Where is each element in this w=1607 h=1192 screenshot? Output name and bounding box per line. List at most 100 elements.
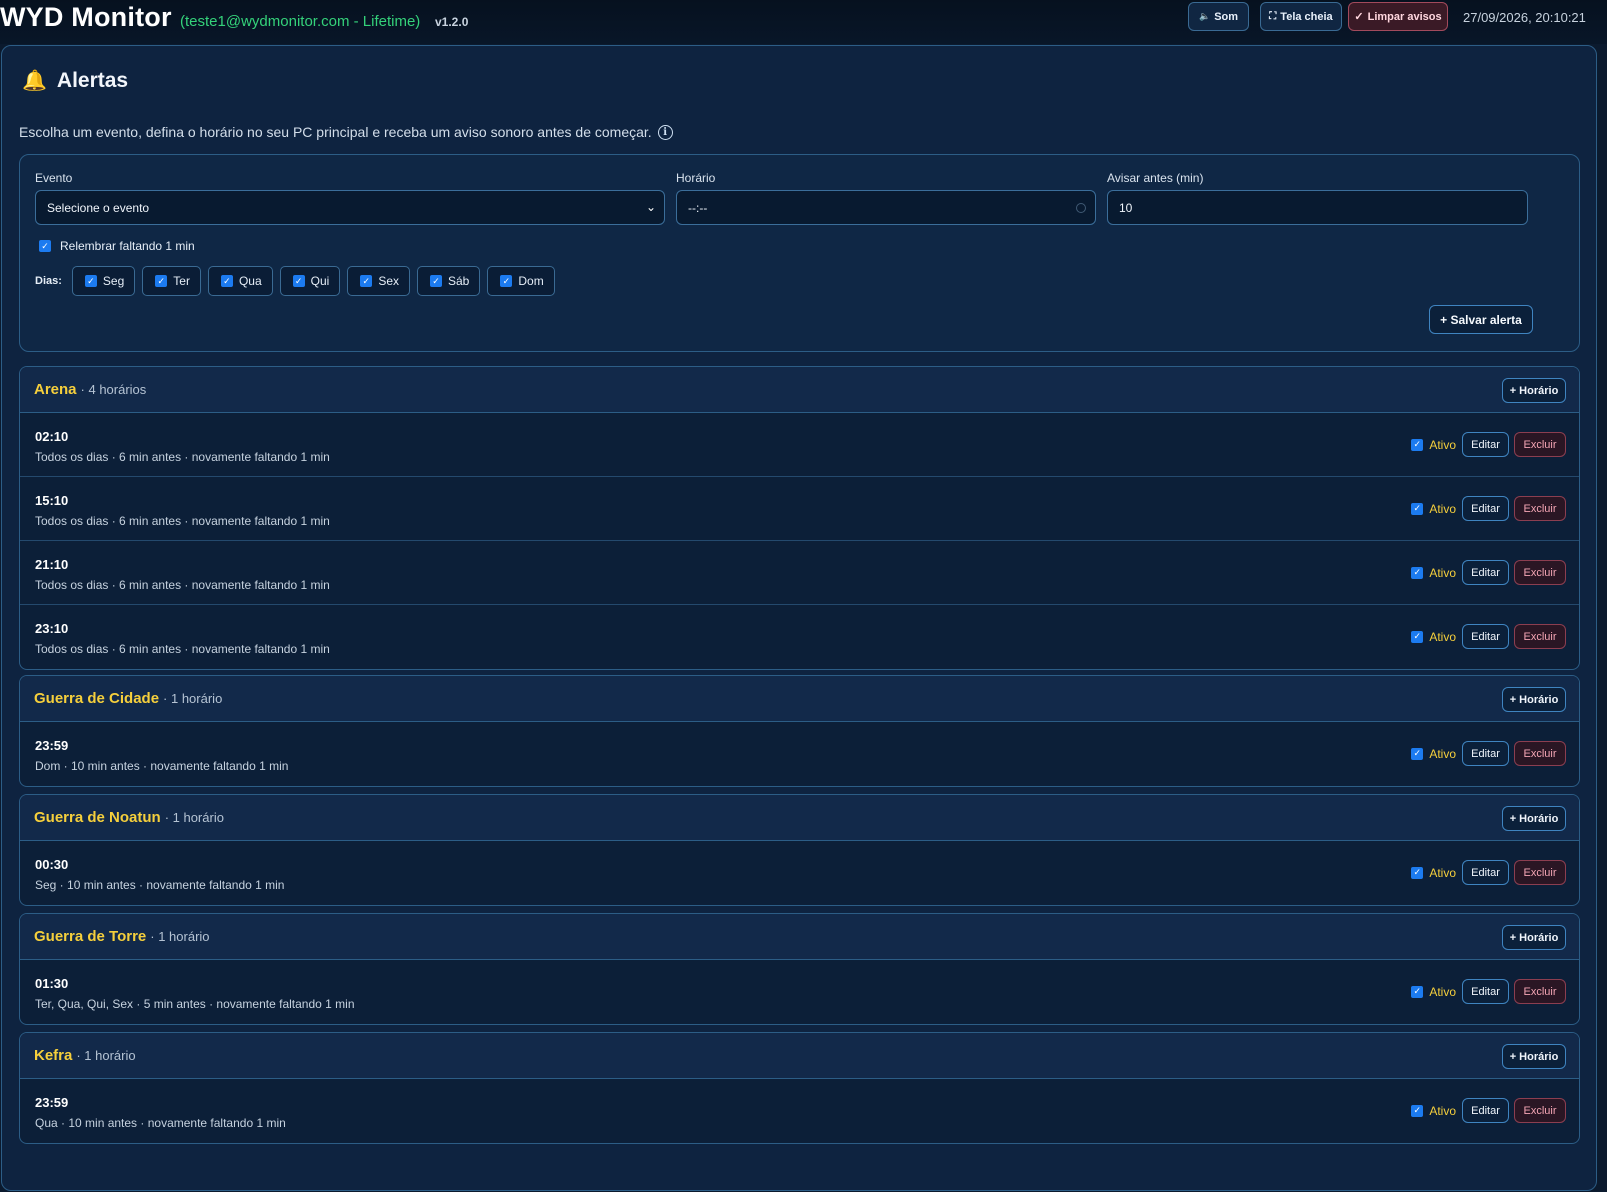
group-header: Guerra de Torre · 1 horário + Horário: [20, 914, 1579, 960]
fullscreen-button[interactable]: ⛶ Tela cheia: [1260, 2, 1342, 31]
alert-time: 00:30: [35, 857, 69, 872]
alert-row: 21:10 Todos os dias · 6 min antes · nova…: [20, 541, 1579, 605]
alert-time: 21:10: [35, 557, 69, 572]
edit-button[interactable]: Editar: [1462, 741, 1509, 766]
active-checkbox[interactable]: ✓: [1411, 566, 1424, 579]
active-toggle[interactable]: ✓ Ativo: [1411, 747, 1456, 761]
day-chip-dom[interactable]: ✓ Dom: [487, 266, 555, 296]
active-checkbox[interactable]: ✓: [1411, 438, 1424, 451]
remind-toggle[interactable]: ✓ Relembrar faltando 1 min: [39, 239, 195, 253]
edit-button[interactable]: Editar: [1462, 860, 1509, 885]
group-count: · 1 horário: [150, 929, 210, 944]
day-label: Ter: [173, 274, 190, 288]
event-select-value: Selecione o evento: [47, 200, 150, 215]
active-toggle[interactable]: ✓ Ativo: [1411, 1104, 1456, 1118]
active-label: Ativo: [1429, 984, 1456, 999]
active-toggle[interactable]: ✓ Ativo: [1411, 502, 1456, 516]
delete-button[interactable]: Excluir: [1514, 496, 1566, 521]
remind-checkbox[interactable]: ✓: [39, 240, 51, 252]
alert-time: 23:59: [35, 1095, 69, 1110]
add-time-button[interactable]: + Horário: [1502, 378, 1566, 403]
row-actions: ✓ Ativo Editar Excluir: [1411, 496, 1566, 521]
sound-button[interactable]: 🔈 Som: [1188, 2, 1249, 31]
alert-detail: Ter, Qua, Qui, Sex · 5 min antes · novam…: [35, 997, 355, 1011]
day-label: Sex: [378, 274, 399, 288]
alert-row: 02:10 Todos os dias · 6 min antes · nova…: [20, 413, 1579, 477]
day-label: Qua: [238, 274, 262, 288]
check-icon: ✓: [1354, 11, 1364, 23]
add-time-button[interactable]: + Horário: [1502, 687, 1566, 712]
day-chip-sab[interactable]: ✓ Sáb: [417, 266, 481, 296]
group-count: · 1 horário: [164, 810, 224, 825]
active-checkbox[interactable]: ✓: [1411, 866, 1424, 879]
delete-button[interactable]: Excluir: [1514, 979, 1566, 1004]
alert-form: Evento Selecione o evento ⌄ Horário --:-…: [19, 154, 1580, 352]
delete-button[interactable]: Excluir: [1514, 741, 1566, 766]
clock-icon[interactable]: [1076, 203, 1086, 213]
alert-row: 23:59 Dom · 10 min antes · novamente fal…: [20, 722, 1579, 786]
advance-minutes-value: 10: [1119, 200, 1133, 215]
add-time-button[interactable]: + Horário: [1502, 925, 1566, 950]
active-checkbox[interactable]: ✓: [1411, 1104, 1424, 1117]
panel-description: Escolha um evento, defina o horário no s…: [19, 124, 673, 140]
time-label: Horário: [676, 171, 716, 185]
edit-button[interactable]: Editar: [1462, 432, 1509, 457]
active-label: Ativo: [1429, 1103, 1456, 1118]
active-checkbox[interactable]: ✓: [1411, 502, 1424, 515]
day-checkbox[interactable]: ✓: [84, 275, 97, 287]
info-icon[interactable]: i: [657, 124, 673, 140]
day-checkbox[interactable]: ✓: [292, 275, 305, 287]
chevron-down-icon: ⌄: [645, 200, 656, 214]
day-chip-qua[interactable]: ✓ Qua: [207, 266, 273, 296]
alert-group-arena: Arena · 4 horários + Horário 02:10 Todos…: [19, 366, 1580, 670]
add-time-button[interactable]: + Horário: [1502, 1044, 1566, 1069]
delete-button[interactable]: Excluir: [1514, 860, 1566, 885]
active-toggle[interactable]: ✓ Ativo: [1411, 566, 1456, 580]
edit-button[interactable]: Editar: [1462, 624, 1509, 649]
active-toggle[interactable]: ✓ Ativo: [1411, 630, 1456, 644]
active-toggle[interactable]: ✓ Ativo: [1411, 985, 1456, 999]
sound-button-label: Som: [1214, 10, 1239, 23]
day-checkbox[interactable]: ✓: [430, 275, 442, 287]
active-checkbox[interactable]: ✓: [1411, 747, 1424, 760]
delete-button[interactable]: Excluir: [1514, 432, 1566, 457]
active-toggle[interactable]: ✓ Ativo: [1411, 438, 1456, 452]
delete-button[interactable]: Excluir: [1514, 624, 1566, 649]
day-checkbox[interactable]: ✓: [500, 275, 513, 287]
day-label: Seg: [102, 274, 125, 288]
alert-detail: Qua · 10 min antes · novamente faltando …: [35, 1116, 286, 1130]
active-toggle[interactable]: ✓ Ativo: [1411, 866, 1456, 880]
current-datetime: 27/09/2026, 20:10:21: [1463, 10, 1586, 25]
edit-button[interactable]: Editar: [1462, 979, 1509, 1004]
alert-row: 23:10 Todos os dias · 6 min antes · nova…: [20, 605, 1579, 669]
alert-detail: Todos os dias · 6 min antes · novamente …: [35, 450, 330, 464]
day-chip-ter[interactable]: ✓ Ter: [142, 266, 201, 296]
clear-alerts-button[interactable]: ✓ Limpar avisos: [1348, 2, 1448, 31]
time-input[interactable]: --:--: [676, 190, 1096, 225]
day-chip-seg[interactable]: ✓ Seg: [71, 266, 136, 296]
add-time-button[interactable]: + Horário: [1502, 806, 1566, 831]
advance-minutes-input[interactable]: 10: [1107, 190, 1528, 225]
edit-button[interactable]: Editar: [1462, 1098, 1509, 1123]
row-actions: ✓ Ativo Editar Excluir: [1411, 1098, 1566, 1123]
delete-button[interactable]: Excluir: [1514, 1098, 1566, 1123]
group-header: Guerra de Noatun · 1 horário + Horário: [20, 795, 1579, 841]
edit-button[interactable]: Editar: [1462, 560, 1509, 585]
edit-button[interactable]: Editar: [1462, 496, 1509, 521]
remind-label: Relembrar faltando 1 min: [60, 239, 195, 253]
save-alert-button[interactable]: + Salvar alerta: [1429, 305, 1533, 334]
alert-time: 01:30: [35, 976, 69, 991]
delete-button[interactable]: Excluir: [1514, 560, 1566, 585]
active-checkbox[interactable]: ✓: [1411, 630, 1424, 643]
event-select[interactable]: Selecione o evento ⌄: [35, 190, 665, 225]
fullscreen-button-label: Tela cheia: [1280, 10, 1333, 23]
day-chip-sex[interactable]: ✓ Sex: [347, 266, 410, 296]
day-label: Dom: [518, 274, 544, 288]
day-chip-qui[interactable]: ✓ Qui: [279, 266, 341, 296]
day-checkbox[interactable]: ✓: [220, 275, 233, 287]
alert-time: 23:59: [35, 738, 69, 753]
day-checkbox[interactable]: ✓: [360, 275, 373, 287]
day-checkbox[interactable]: ✓: [155, 275, 168, 287]
active-checkbox[interactable]: ✓: [1411, 985, 1424, 998]
alert-group-guerra-de-cidade: Guerra de Cidade · 1 horário + Horário 2…: [19, 675, 1580, 787]
